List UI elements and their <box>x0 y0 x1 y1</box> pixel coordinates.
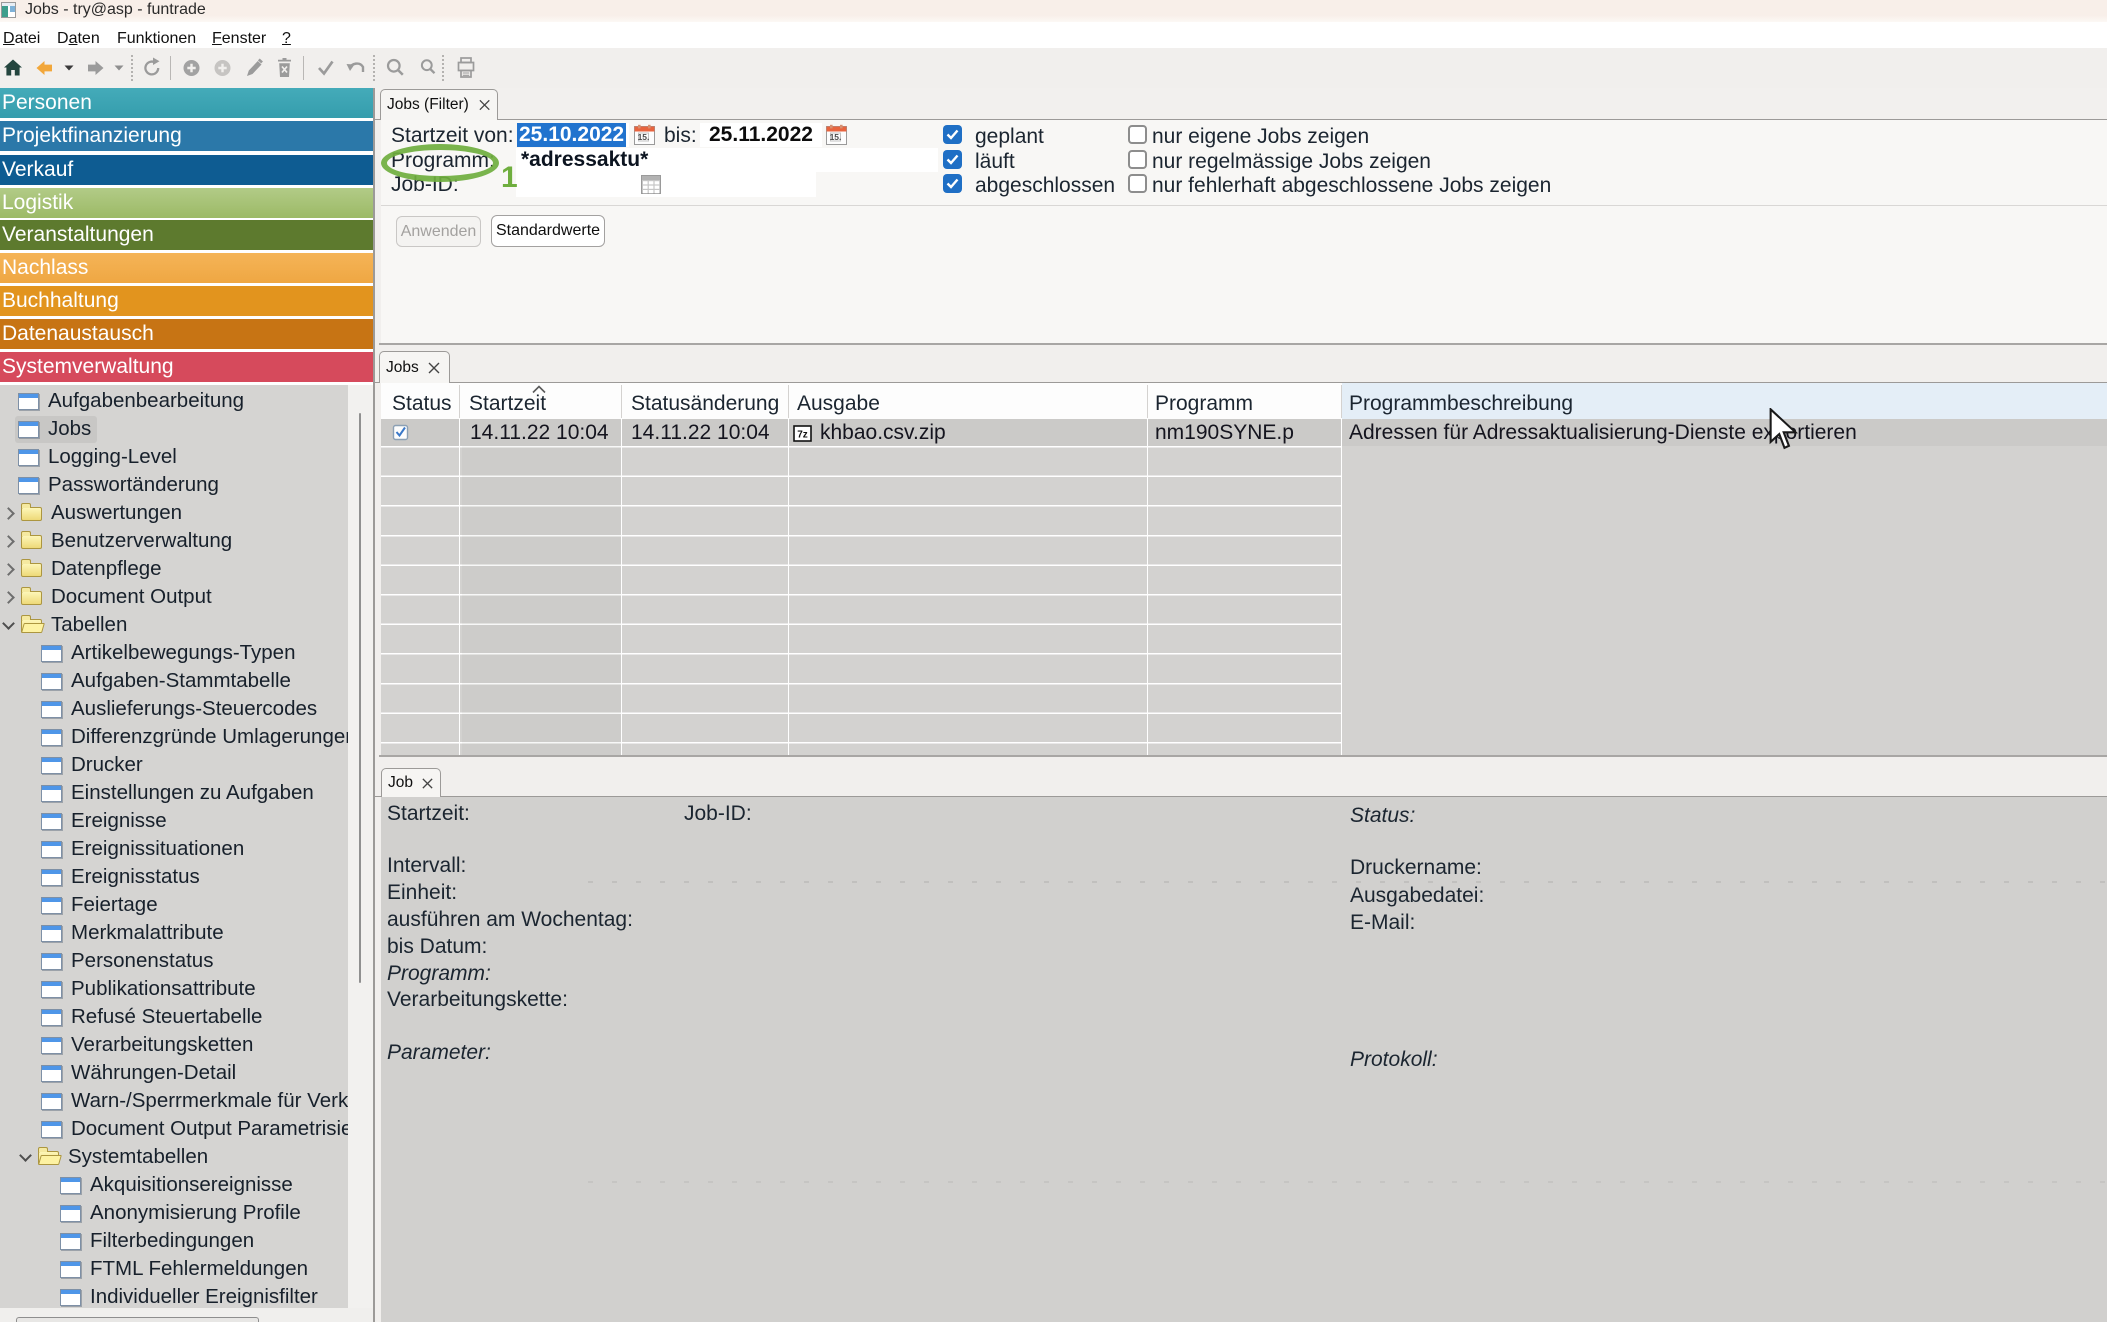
svg-text:15.: 15. <box>638 132 650 142</box>
svg-text:7z: 7z <box>797 430 808 441</box>
svg-text:15.: 15. <box>830 132 842 142</box>
